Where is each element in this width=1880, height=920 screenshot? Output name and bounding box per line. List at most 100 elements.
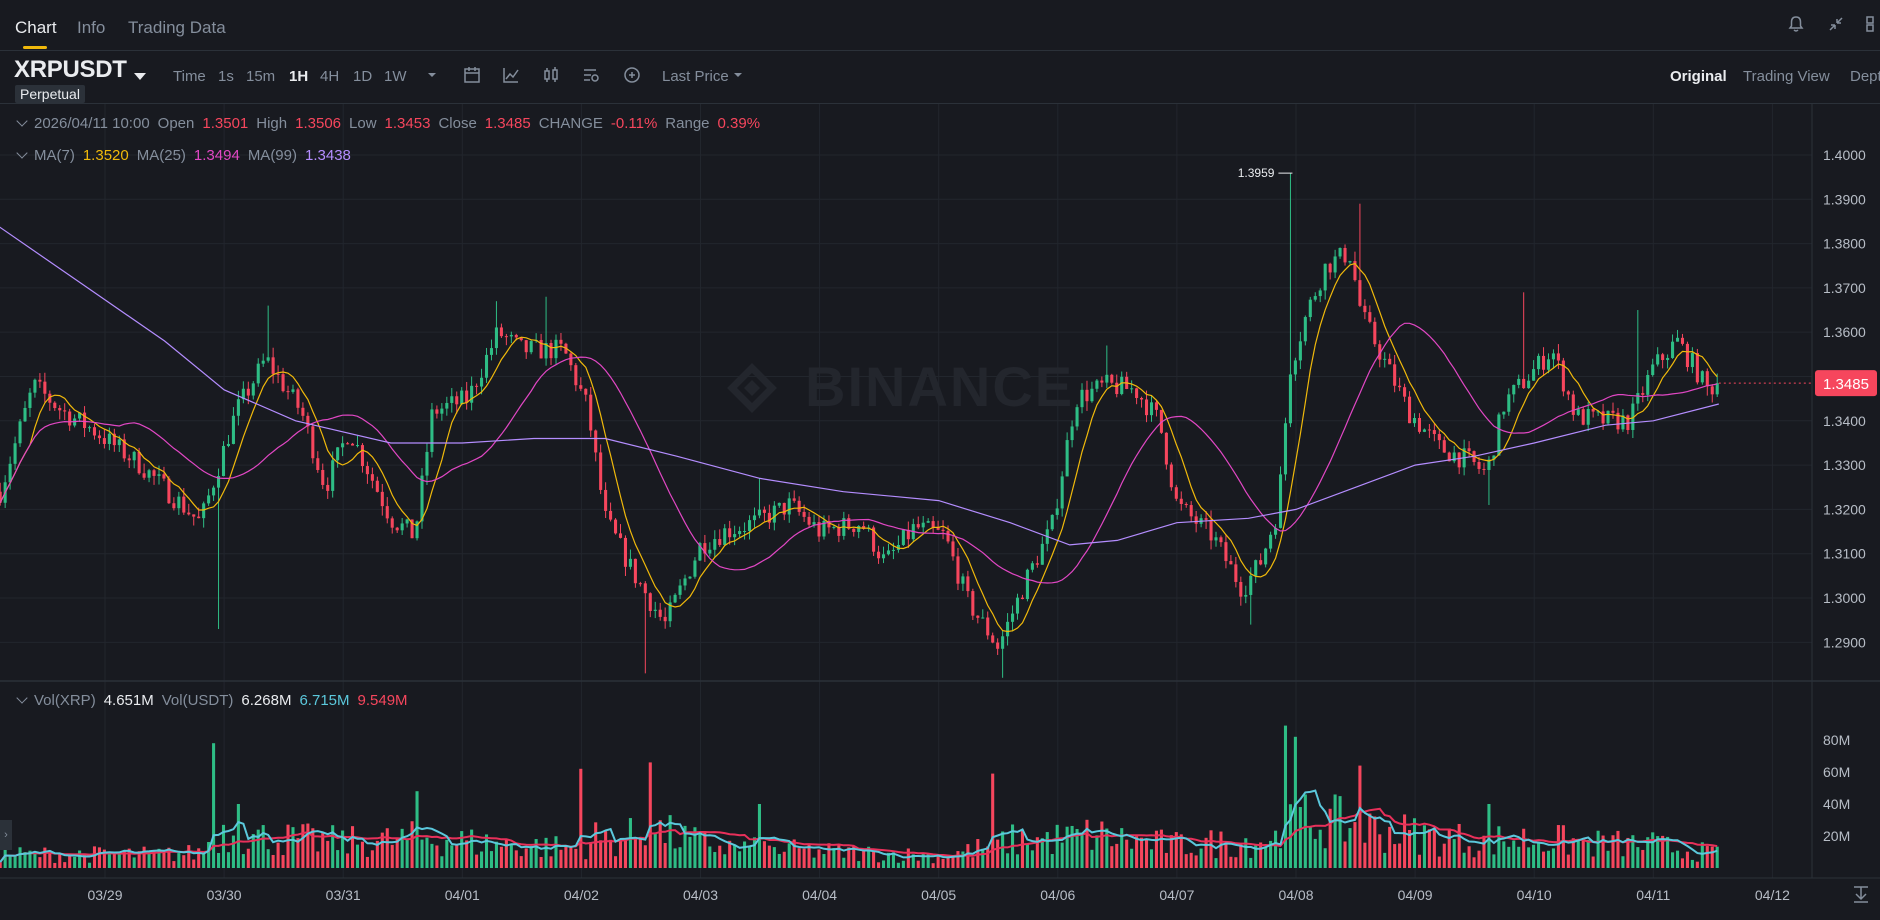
- volume-bar: [455, 844, 459, 868]
- volume-bar: [991, 773, 995, 868]
- symbol-dropdown-icon[interactable]: [134, 73, 146, 80]
- volume-bar: [812, 857, 816, 868]
- candle-body: [718, 539, 722, 545]
- volume-bar: [1333, 794, 1337, 868]
- candle-body: [1333, 256, 1337, 273]
- volume-bar: [321, 833, 325, 868]
- volume-bar: [112, 852, 116, 868]
- candle-body: [331, 460, 335, 491]
- candle-body: [1115, 382, 1119, 395]
- active-tab-indicator: [23, 46, 47, 49]
- ma25-label: MA(25): [136, 147, 186, 164]
- candle-body: [147, 470, 151, 478]
- tab-chart[interactable]: Chart: [15, 18, 57, 38]
- candle-body: [172, 503, 176, 509]
- candle-body: [1135, 388, 1139, 398]
- volume-bar: [202, 853, 206, 868]
- settings-icon[interactable]: [581, 65, 601, 85]
- volume-bar: [733, 844, 737, 868]
- timeframe-1h[interactable]: 1H: [289, 68, 308, 85]
- time-tick-label: 04/09: [1398, 887, 1433, 903]
- candle-body: [460, 390, 464, 405]
- volume-bar: [1050, 853, 1054, 868]
- timeframe-15m[interactable]: 15m: [246, 68, 275, 85]
- timeframe-4h[interactable]: 4H: [320, 68, 339, 85]
- candle-body: [1194, 516, 1198, 524]
- candle-body: [1239, 581, 1243, 597]
- volume-bar: [301, 824, 305, 868]
- candle-body: [1249, 575, 1253, 595]
- candle-body: [1120, 376, 1124, 395]
- timeframe-1d[interactable]: 1D: [353, 68, 372, 85]
- price-source-dropdown-icon[interactable]: [728, 65, 748, 85]
- volume-bar: [271, 854, 275, 868]
- close-value: 1.3485: [484, 115, 531, 132]
- ohlc-collapse-chevron-icon[interactable]: [16, 115, 28, 127]
- open-label: Open: [157, 115, 195, 132]
- timeframe-dropdown-icon[interactable]: [422, 65, 442, 85]
- candle-body: [1497, 414, 1501, 456]
- volume-bar: [658, 820, 662, 868]
- volume-bar: [862, 849, 866, 868]
- volume-bar: [1651, 832, 1655, 868]
- candle-body: [663, 616, 667, 622]
- candle-body: [891, 549, 895, 551]
- add-icon[interactable]: [622, 65, 642, 85]
- chart-canvas[interactable]: BINANCE 1.40001.39001.38001.37001.36001.…: [0, 104, 1880, 920]
- symbol-name[interactable]: XRPUSDT: [14, 56, 127, 84]
- candle-body: [618, 533, 623, 538]
- volume-tick-label: 40M: [1823, 796, 1850, 812]
- timeframe-time[interactable]: Time: [173, 68, 206, 85]
- volume-bar: [1343, 841, 1347, 868]
- collapse-icon[interactable]: [1826, 14, 1846, 34]
- volume-bar: [142, 846, 146, 868]
- time-tick-label: 04/08: [1278, 887, 1313, 903]
- candle-body: [202, 503, 206, 519]
- candle-body: [355, 445, 360, 447]
- volume-bar: [1641, 849, 1645, 868]
- scroll-left-handle[interactable]: ›: [0, 820, 12, 850]
- candle-body: [569, 353, 573, 366]
- scroll-to-latest-icon[interactable]: [1854, 886, 1868, 903]
- tab-info[interactable]: Info: [77, 18, 105, 38]
- price-source-select[interactable]: Last Price: [662, 68, 729, 85]
- volume-bar: [1194, 855, 1198, 868]
- volume-bar: [539, 856, 543, 868]
- volume-bar: [713, 852, 717, 868]
- calendar-icon[interactable]: [462, 65, 482, 85]
- candle-body: [370, 474, 374, 481]
- price-tick-label: 1.3200: [1823, 501, 1866, 517]
- price-axis: 1.40001.39001.38001.37001.36001.35001.34…: [1823, 147, 1866, 650]
- candle-body: [723, 528, 727, 545]
- candle-body: [28, 392, 32, 408]
- candle-body: [63, 410, 67, 412]
- time-tick-label: 04/04: [802, 887, 837, 903]
- view-depth[interactable]: Dept: [1850, 68, 1880, 85]
- view-trading-view[interactable]: Trading View: [1743, 68, 1830, 85]
- timeframe-1w[interactable]: 1W: [384, 68, 407, 85]
- candle-body: [1025, 569, 1029, 600]
- candle-body: [1144, 399, 1149, 416]
- volume-bar: [1462, 852, 1466, 868]
- timeframe-1s[interactable]: 1s: [218, 68, 234, 85]
- bell-icon[interactable]: [1786, 14, 1806, 34]
- candle-body: [480, 377, 484, 387]
- candle-type-icon[interactable]: [541, 65, 561, 85]
- volume-collapse-chevron-icon[interactable]: [16, 692, 28, 704]
- candle-body: [1546, 359, 1551, 370]
- volume-bar: [1492, 854, 1496, 868]
- volume-bar: [385, 828, 389, 868]
- volume-bar: [1621, 856, 1625, 868]
- range-value: 0.39%: [717, 115, 761, 132]
- candle-body: [440, 408, 444, 414]
- volume-bar: [1680, 858, 1685, 868]
- candle-body: [1060, 476, 1064, 509]
- candle-body: [524, 340, 528, 353]
- layout-icon[interactable]: [1864, 14, 1880, 34]
- volume-bar: [1715, 846, 1719, 868]
- indicator-icon[interactable]: [501, 65, 521, 85]
- candle-body: [1651, 364, 1655, 376]
- tab-trading-data[interactable]: Trading Data: [128, 18, 226, 38]
- ma-collapse-chevron-icon[interactable]: [16, 147, 28, 159]
- view-original[interactable]: Original: [1670, 68, 1727, 85]
